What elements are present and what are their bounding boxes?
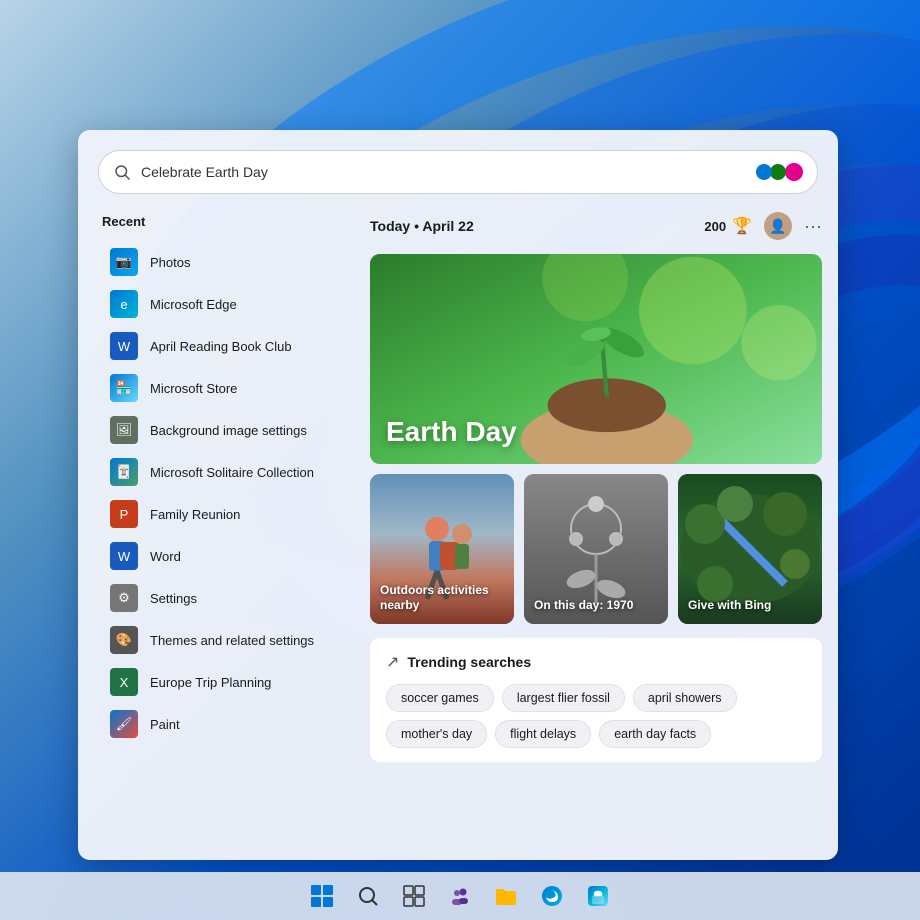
trending-tag-1[interactable]: largest flier fossil bbox=[502, 684, 625, 712]
excel-app-icon: X bbox=[110, 668, 138, 696]
recent-item-store[interactable]: 🏪 Microsoft Store bbox=[102, 367, 342, 409]
settings-app-name: Settings bbox=[150, 591, 197, 606]
themes-app-name: Themes and related settings bbox=[150, 633, 314, 648]
recent-item-solitaire[interactable]: 🃏 Microsoft Solitaire Collection bbox=[102, 451, 342, 493]
sub-card-givewithbing[interactable]: Give with Bing bbox=[678, 474, 822, 624]
word-app-icon: W bbox=[110, 332, 138, 360]
trending-tag-5[interactable]: earth day facts bbox=[599, 720, 711, 748]
main-content: Recent 📷 Photos e Microsoft Edge W April Read… bbox=[78, 210, 838, 860]
edge-app-name: Microsoft Edge bbox=[150, 297, 237, 312]
recent-item-europe[interactable]: X Europe Trip Planning bbox=[102, 661, 342, 703]
taskbar-taskview-button[interactable] bbox=[394, 876, 434, 916]
right-panel: Today • April 22 200 🏆 👤 ··· bbox=[358, 210, 838, 860]
trending-tag-0[interactable]: soccer games bbox=[386, 684, 494, 712]
paint-app-name: Paint bbox=[150, 717, 180, 732]
trending-tag-2[interactable]: april showers bbox=[633, 684, 737, 712]
left-panel: Recent 📷 Photos e Microsoft Edge W April Read… bbox=[78, 210, 358, 860]
bing-icon bbox=[756, 163, 803, 181]
trending-title: Trending searches bbox=[407, 654, 531, 670]
recent-item-settings[interactable]: ⚙ Settings bbox=[102, 577, 342, 619]
themes-app-icon: 🎨 bbox=[110, 626, 138, 654]
givewithbing-label: Give with Bing bbox=[688, 598, 812, 614]
date-header: Today • April 22 200 🏆 👤 ··· bbox=[370, 210, 822, 242]
paint-app-icon: 🖌 bbox=[110, 710, 138, 738]
hero-title: Earth Day bbox=[386, 416, 517, 448]
trending-arrow-icon: ↗ bbox=[386, 652, 399, 672]
recent-item-themes[interactable]: 🎨 Themes and related settings bbox=[102, 619, 342, 661]
recent-item-bookclub[interactable]: W April Reading Book Club bbox=[102, 325, 342, 367]
taskbar-search-button[interactable] bbox=[348, 876, 388, 916]
recent-section-title: Recent bbox=[102, 210, 342, 233]
trending-tags: soccer games largest flier fossil april sh… bbox=[386, 684, 806, 748]
date-right: 200 🏆 👤 ··· bbox=[704, 212, 822, 240]
today-label: Today bbox=[370, 218, 410, 234]
start-menu: Celebrate Earth Day Recent 📷 Photos e Micro… bbox=[78, 130, 838, 860]
user-avatar[interactable]: 👤 bbox=[764, 212, 792, 240]
hero-card[interactable]: Earth Day bbox=[370, 254, 822, 464]
search-icon bbox=[113, 163, 131, 181]
trending-section: ↗ Trending searches soccer games largest … bbox=[370, 638, 822, 762]
trending-tag-4[interactable]: flight delays bbox=[495, 720, 591, 748]
bg-app-icon: 🖼 bbox=[110, 416, 138, 444]
sub-card-outdoors[interactable]: Outdoors activities nearby bbox=[370, 474, 514, 624]
date-value: April 22 bbox=[422, 218, 473, 234]
search-input-display[interactable]: Celebrate Earth Day bbox=[141, 164, 756, 180]
search-icons-right bbox=[756, 163, 803, 181]
recent-item-photos[interactable]: 📷 Photos bbox=[102, 241, 342, 283]
trophy-icon: 🏆 bbox=[732, 216, 752, 236]
sub-card-onthisday[interactable]: On this day: 1970 bbox=[524, 474, 668, 624]
photos-app-icon: 📷 bbox=[110, 248, 138, 276]
trending-header: ↗ Trending searches bbox=[386, 652, 806, 672]
word2-app-icon: W bbox=[110, 542, 138, 570]
recent-item-bgimage[interactable]: 🖼 Background image settings bbox=[102, 409, 342, 451]
recent-item-edge[interactable]: e Microsoft Edge bbox=[102, 283, 342, 325]
family-app-name: Family Reunion bbox=[150, 507, 240, 522]
taskbar-teams-button[interactable] bbox=[440, 876, 480, 916]
ppt-app-icon: P bbox=[110, 500, 138, 528]
store-app-icon: 🏪 bbox=[110, 374, 138, 402]
separator: • bbox=[414, 218, 419, 234]
store-app-name: Microsoft Store bbox=[150, 381, 237, 396]
date-text: Today • April 22 bbox=[370, 218, 474, 234]
solitaire-app-icon: 🃏 bbox=[110, 458, 138, 486]
recent-item-word[interactable]: W Word bbox=[102, 535, 342, 577]
taskbar-start-button[interactable] bbox=[302, 876, 342, 916]
onthisday-label: On this day: 1970 bbox=[534, 598, 658, 614]
europe-app-name: Europe Trip Planning bbox=[150, 675, 271, 690]
sub-cards: Outdoors activities nearby bbox=[370, 474, 822, 624]
word-app-name: Word bbox=[150, 549, 181, 564]
points-value: 200 bbox=[704, 219, 726, 234]
outdoors-label: Outdoors activities nearby bbox=[380, 583, 504, 614]
taskbar-fileexplorer-button[interactable] bbox=[486, 876, 526, 916]
taskbar-store-button[interactable] bbox=[578, 876, 618, 916]
more-button[interactable]: ··· bbox=[804, 216, 822, 237]
bookclub-app-name: April Reading Book Club bbox=[150, 339, 292, 354]
recent-list: 📷 Photos e Microsoft Edge W April Reading Boo… bbox=[102, 241, 342, 745]
points-badge: 200 🏆 bbox=[704, 216, 752, 236]
trending-tag-3[interactable]: mother's day bbox=[386, 720, 487, 748]
edge-app-icon: e bbox=[110, 290, 138, 318]
solitaire-app-name: Microsoft Solitaire Collection bbox=[150, 465, 314, 480]
taskbar bbox=[0, 872, 920, 920]
recent-item-family[interactable]: P Family Reunion bbox=[102, 493, 342, 535]
taskbar-edge-button[interactable] bbox=[532, 876, 572, 916]
bgimage-app-name: Background image settings bbox=[150, 423, 307, 438]
search-bar[interactable]: Celebrate Earth Day bbox=[98, 150, 818, 194]
recent-item-paint[interactable]: 🖌 Paint bbox=[102, 703, 342, 745]
photos-app-name: Photos bbox=[150, 255, 190, 270]
settings-app-icon: ⚙ bbox=[110, 584, 138, 612]
